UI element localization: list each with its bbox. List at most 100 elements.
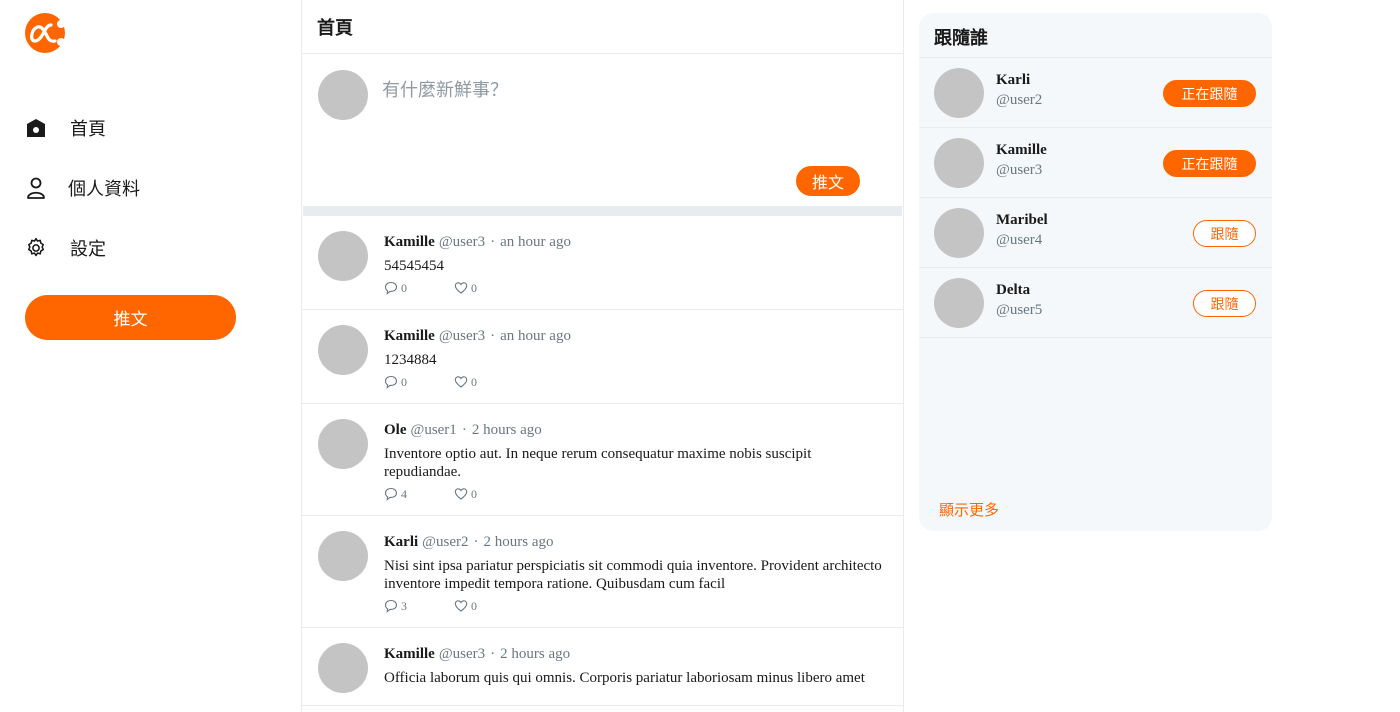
left-sidebar: 首頁 個人資料 設定 推文 <box>0 0 302 712</box>
comment-icon <box>384 375 398 389</box>
follow-button[interactable]: 跟隨 <box>1193 220 1256 247</box>
heart-icon <box>454 375 468 389</box>
reply-button[interactable]: 0 <box>384 375 454 390</box>
who-to-follow-header: 跟隨誰 <box>919 13 1272 58</box>
sidebar-item-label: 個人資料 <box>68 179 140 200</box>
compose-input[interactable] <box>382 76 882 156</box>
tweet-time: an hour ago <box>500 234 571 250</box>
follow-user-handle: @user3 <box>996 162 1043 178</box>
follow-user-name[interactable]: Maribel <box>996 212 1048 229</box>
tweet-item[interactable]: Kamille @user3 · 2 hours ago Officia laboru… <box>302 628 903 706</box>
tweet-time: an hour ago <box>500 328 571 344</box>
like-count: 0 <box>471 486 477 501</box>
follow-user-name[interactable]: Kamille <box>996 142 1047 159</box>
avatar <box>318 70 368 120</box>
tweet-author-name[interactable]: Kamille <box>384 234 435 250</box>
follow-user-handle: @user4 <box>996 232 1043 248</box>
reply-button[interactable]: 4 <box>384 487 454 502</box>
follow-suggestion[interactable]: Karli @user2 正在跟隨 <box>919 58 1272 128</box>
tweet-item[interactable]: Kamille @user3 · an hour ago 54545454 0 0 <box>302 216 903 310</box>
composer-divider <box>303 206 902 216</box>
like-count: 0 <box>471 598 477 613</box>
avatar[interactable] <box>318 419 368 469</box>
reply-count: 0 <box>401 374 407 389</box>
tweet-text: Nisi sint ipsa pariatur perspiciatis sit… <box>384 558 882 592</box>
avatar[interactable] <box>934 68 984 118</box>
follow-user-handle: @user5 <box>996 302 1043 318</box>
alpha-logo-icon[interactable] <box>24 12 66 54</box>
tweet-time: 2 hours ago <box>483 534 554 550</box>
tweet-time: 2 hours ago <box>500 646 571 662</box>
meta-separator: · <box>490 646 496 662</box>
tweet-text: Inventore optio aut. In neque rerum cons… <box>384 446 812 480</box>
avatar[interactable] <box>934 138 984 188</box>
show-more-link[interactable]: 顯示更多 <box>939 499 999 520</box>
avatar[interactable] <box>934 278 984 328</box>
tweet-author-name[interactable]: Kamille <box>384 646 435 662</box>
comment-icon <box>384 487 398 501</box>
tweet-time: 2 hours ago <box>471 422 542 438</box>
comment-icon <box>384 281 398 295</box>
follow-user-handle: @user2 <box>996 92 1043 108</box>
main-timeline: 首頁 推文 Kamille@user3·an hour ago 54545454… <box>301 0 904 712</box>
follow-button[interactable]: 跟隨 <box>1193 290 1256 317</box>
following-button[interactable]: 正在跟隨 <box>1163 80 1256 107</box>
comment-icon <box>384 599 398 613</box>
page-title: 首頁 <box>317 18 353 39</box>
heart-icon <box>454 281 468 295</box>
sidebar-item-label: 設定 <box>70 239 106 260</box>
avatar[interactable] <box>318 531 368 581</box>
tweet-author-handle: @user3 <box>438 646 486 662</box>
tweet-author-handle: @user3 <box>438 328 486 344</box>
meta-separator: · <box>473 534 479 550</box>
home-icon <box>24 116 48 140</box>
sidebar-item-profile[interactable]: 個人資料 <box>24 168 140 208</box>
follow-suggestion[interactable]: Kamille @user3 正在跟隨 <box>919 128 1272 198</box>
tweet-text: 1234884 <box>384 352 437 368</box>
heart-icon <box>454 487 468 501</box>
tweet-item[interactable]: Kamille @user3 · an hour ago 1234884 0 0 <box>302 310 903 404</box>
who-to-follow-title: 跟隨誰 <box>934 28 988 49</box>
tweet-author-handle: @user3 <box>438 234 486 250</box>
heart-icon <box>454 599 468 613</box>
like-button[interactable]: 0 <box>454 487 524 502</box>
reply-count: 0 <box>401 280 407 295</box>
main-header: 首頁 <box>302 0 903 54</box>
compose-tweet-button[interactable]: 推文 <box>796 166 860 196</box>
tweet-item[interactable]: Karli @user2 · 2 hours ago Nisi sint ipsa p… <box>302 516 903 628</box>
reply-button[interactable]: 3 <box>384 599 454 614</box>
avatar[interactable] <box>934 208 984 258</box>
reply-count: 4 <box>401 486 407 501</box>
reply-count: 3 <box>401 598 407 613</box>
sidebar-tweet-button[interactable]: 推文 <box>25 295 236 340</box>
avatar[interactable] <box>318 231 368 281</box>
tweet-text: Officia laborum quis qui omnis. Corporis… <box>384 670 865 686</box>
sidebar-item-label: 首頁 <box>70 119 106 140</box>
like-button[interactable]: 0 <box>454 375 524 390</box>
tweet-item[interactable]: Ole @user1 · 2 hours ago Inventore optio au… <box>302 404 903 516</box>
tweet-text: 54545454 <box>384 258 444 274</box>
tweet-author-handle: @user2 <box>422 534 469 550</box>
avatar[interactable] <box>318 643 368 693</box>
tweet-author-name[interactable]: Ole <box>384 422 407 438</box>
like-button[interactable]: 0 <box>454 599 524 614</box>
tweet-composer: 推文 <box>302 54 903 206</box>
follow-user-name[interactable]: Karli <box>996 72 1030 89</box>
reply-button[interactable]: 0 <box>384 281 454 296</box>
meta-separator: · <box>490 234 496 250</box>
gear-icon <box>24 236 48 260</box>
follow-suggestion[interactable]: Maribel @user4 跟隨 <box>919 198 1272 268</box>
like-count: 0 <box>471 374 477 389</box>
sidebar-item-settings[interactable]: 設定 <box>24 228 140 268</box>
avatar[interactable] <box>318 325 368 375</box>
following-button[interactable]: 正在跟隨 <box>1163 150 1256 177</box>
tweet-author-handle: @user1 <box>410 422 457 438</box>
tweet-author-name[interactable]: Karli <box>384 534 418 550</box>
tweet-author-name[interactable]: Kamille <box>384 328 435 344</box>
follow-user-name[interactable]: Delta <box>996 282 1030 299</box>
sidebar-item-home[interactable]: 首頁 <box>24 108 140 148</box>
follow-suggestion[interactable]: Delta @user5 跟隨 <box>919 268 1272 338</box>
like-count: 0 <box>471 280 477 295</box>
like-button[interactable]: 0 <box>454 281 524 296</box>
who-to-follow-panel: 跟隨誰 Karli @user2 正在跟隨 Kamille @user3 正在跟… <box>919 13 1272 531</box>
